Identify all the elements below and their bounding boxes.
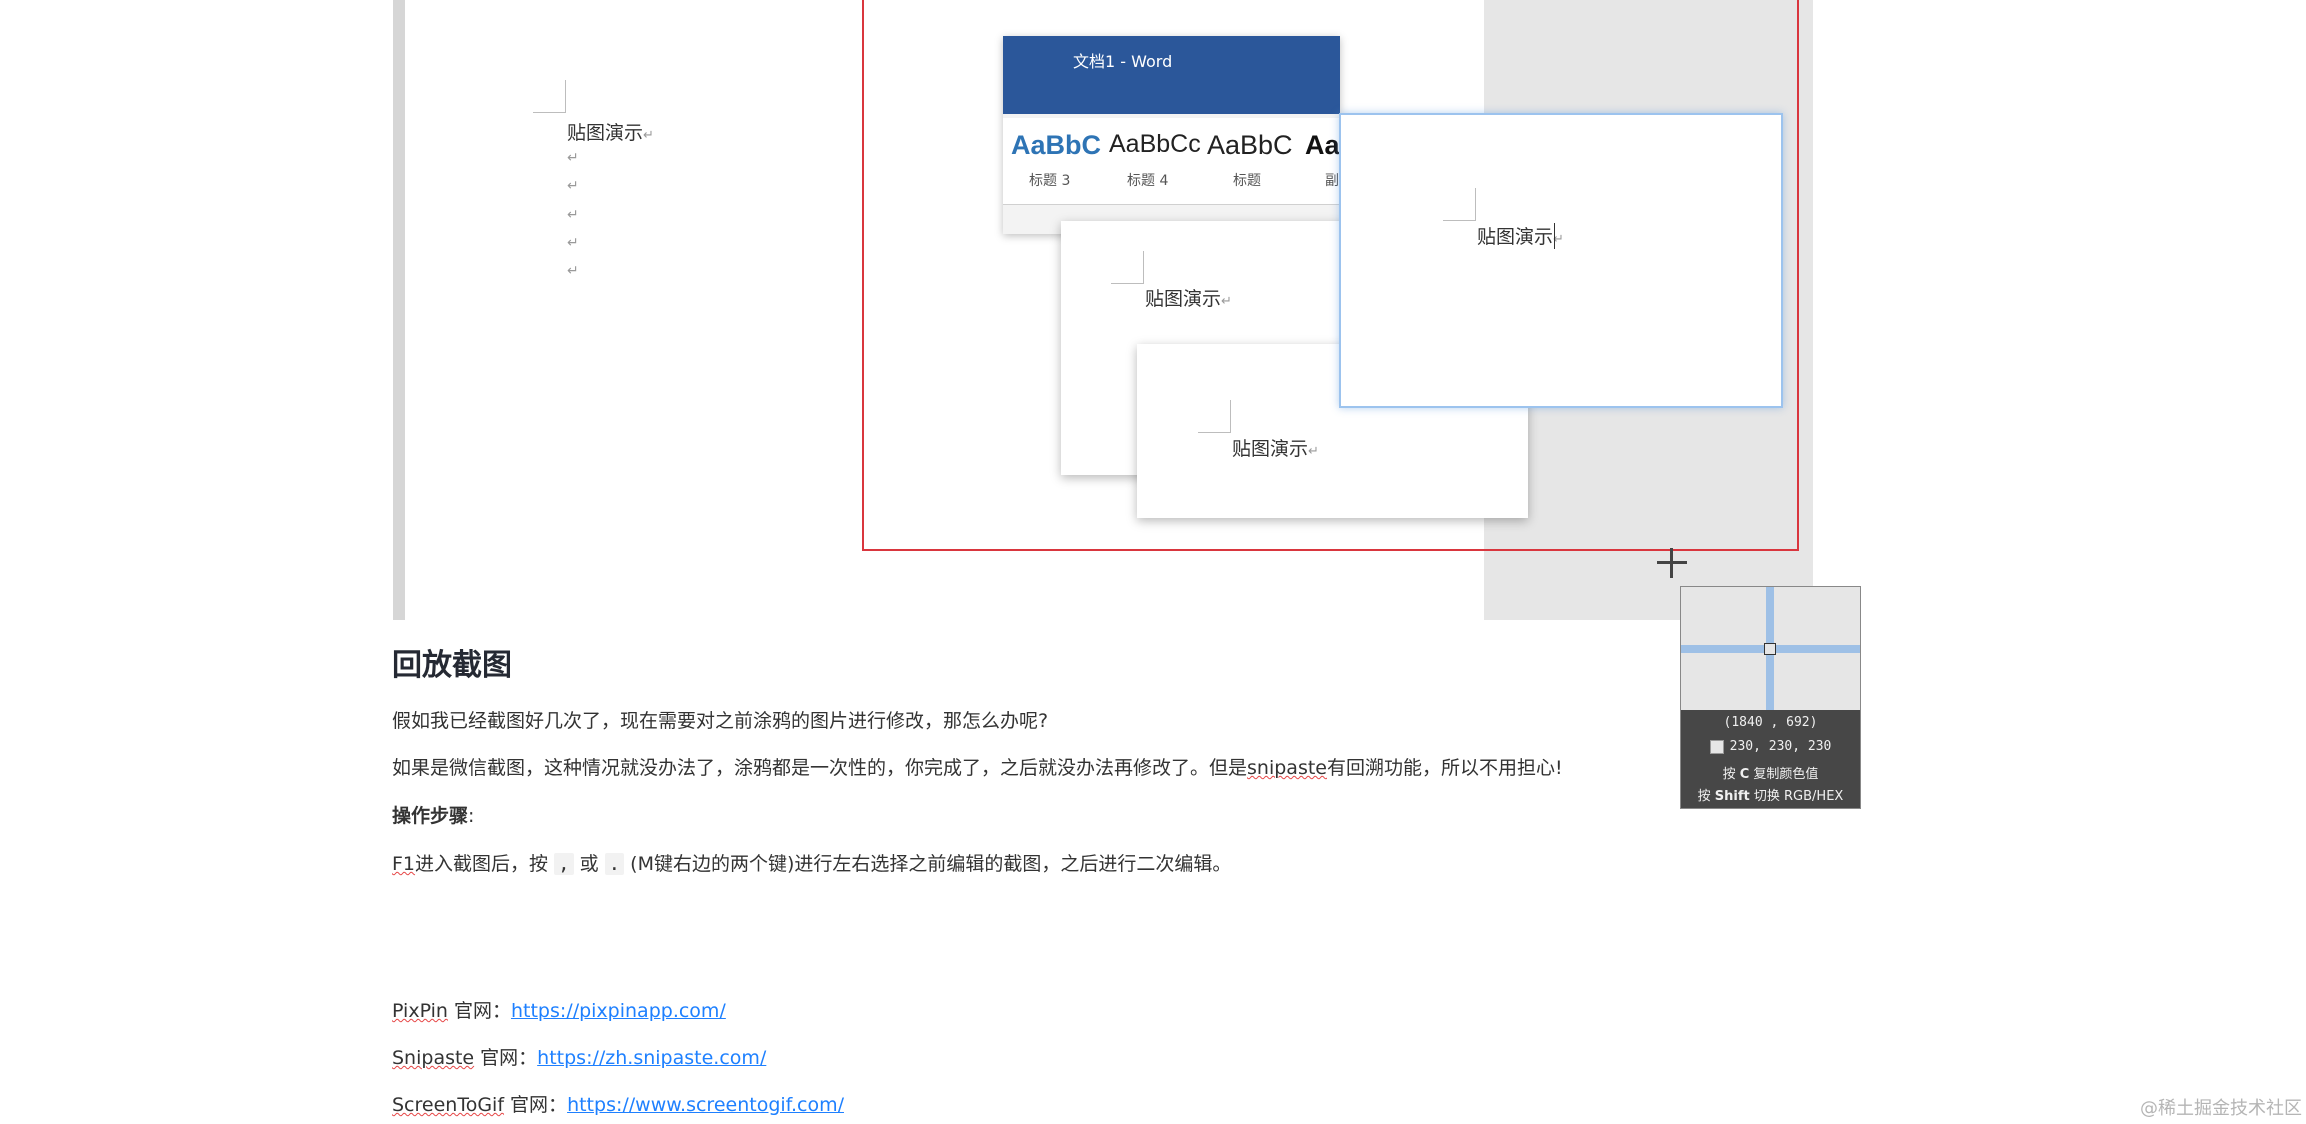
page-corner-mark bbox=[1443, 188, 1476, 221]
word-title-bar: 文档1 - Word bbox=[1003, 36, 1340, 114]
style-subtitle: Aa 副 bbox=[1305, 130, 1340, 189]
doc-text: 贴图演示↵ bbox=[567, 122, 654, 144]
pin-text: 贴图演示↵ bbox=[1477, 226, 1564, 248]
section-heading: 回放截图 bbox=[392, 648, 512, 683]
page-corner-mark bbox=[533, 80, 566, 113]
snipaste-link[interactable]: https://zh.snipaste.com/ bbox=[537, 1047, 766, 1069]
screenshot-left-border bbox=[393, 0, 405, 620]
style-heading-4: AaBbCc 标题 4 bbox=[1109, 130, 1201, 189]
paragraph-mark: ↵ bbox=[567, 150, 579, 166]
word-window-pin[interactable]: 文档1 - Word AaBbC 标题 3 AaBbCc 标题 4 AaBbC … bbox=[1003, 36, 1340, 234]
toggle-format-hint: 按 Shift 切换 RGB/HEX bbox=[1697, 789, 1844, 804]
page-corner-mark bbox=[1198, 400, 1231, 433]
pin-text: 贴图演示↵ bbox=[1145, 288, 1232, 310]
copy-color-hint: 按 C 复制颜色值 bbox=[1722, 767, 1819, 782]
link-line-snipaste: Snipaste 官网：https://zh.snipaste.com/ bbox=[392, 1047, 767, 1069]
text-caret bbox=[1554, 223, 1555, 249]
pinned-image-active[interactable]: 贴图演示↵ bbox=[1339, 113, 1783, 408]
paragraph: 假如我已经截图好几次了，现在需要对之前涂鸦的图片进行修改，那怎么办呢? bbox=[392, 710, 1049, 732]
pixel-color-value: 230, 230, 230 bbox=[1681, 739, 1860, 754]
magnifier-zoom bbox=[1681, 587, 1860, 710]
style-title: AaBbC 标题 bbox=[1207, 130, 1293, 189]
style-heading-3: AaBbC 标题 3 bbox=[1011, 130, 1102, 189]
pin-text: 贴图演示↵ bbox=[1232, 438, 1319, 460]
paragraph: F1进入截图后，按 , 或 . (M键右边的两个键)进行左右选择之前编辑的截图，… bbox=[392, 853, 1232, 875]
word-title: 文档1 - Word bbox=[1073, 52, 1173, 71]
pixpin-link[interactable]: https://pixpinapp.com/ bbox=[511, 1000, 726, 1022]
link-line-screentogif: ScreenToGif 官网：https://www.screentogif.c… bbox=[392, 1094, 844, 1116]
magnifier-panel: (1840 , 692) 230, 230, 230 按 C 复制颜色值 按 S… bbox=[1680, 586, 1861, 809]
word-styles-gallery: AaBbC 标题 3 AaBbCc 标题 4 AaBbC 标题 Aa 副 bbox=[1003, 118, 1340, 205]
page-corner-mark bbox=[1111, 251, 1144, 284]
paragraph-mark: ↵ bbox=[567, 207, 579, 223]
cursor-coordinates: (1840 , 692) bbox=[1723, 715, 1818, 730]
link-line-pixpin: PixPin 官网：https://pixpinapp.com/ bbox=[392, 1000, 726, 1022]
steps-label: 操作步骤: bbox=[392, 805, 475, 827]
screentogif-link[interactable]: https://www.screentogif.com/ bbox=[567, 1094, 844, 1116]
paragraph: 如果是微信截图，这种情况就没办法了，涂鸦都是一次性的，你完成了，之后就没办法再修… bbox=[392, 757, 1563, 779]
crosshair-cursor-icon bbox=[1657, 548, 1687, 578]
color-swatch bbox=[1709, 739, 1724, 754]
paragraph-mark: ↵ bbox=[567, 235, 579, 251]
paragraph-mark: ↵ bbox=[567, 178, 579, 194]
paragraph-mark: ↵ bbox=[567, 263, 579, 279]
watermark: @稀土掘金技术社区 bbox=[2140, 1098, 2302, 1119]
